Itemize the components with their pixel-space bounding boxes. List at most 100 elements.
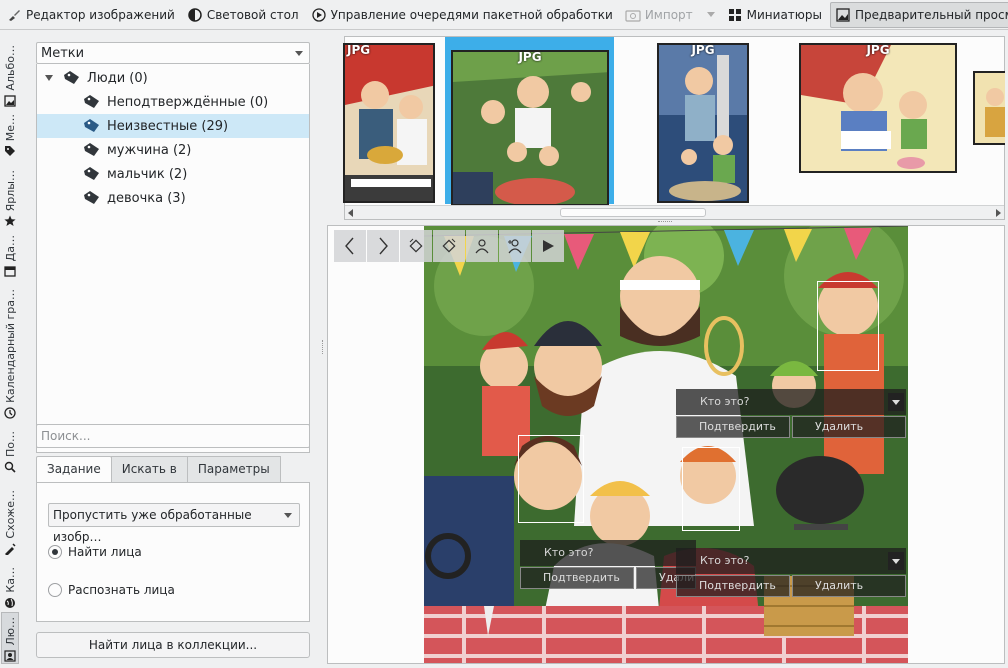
sidebar-tab-label: Схоже… <box>3 490 17 539</box>
radio-label: Распознать лица <box>68 583 175 597</box>
tab-task[interactable]: Задание <box>36 456 112 483</box>
tree-item-label: мальчик (2) <box>107 166 188 182</box>
tab-parameters[interactable]: Параметры <box>186 456 281 482</box>
chevron-down-icon[interactable] <box>706 12 715 17</box>
radio-indicator[interactable] <box>48 545 62 559</box>
face-tag-panel: Кто это? Подтвердить Удали <box>520 540 696 592</box>
scroll-right-arrow-icon[interactable] <box>996 209 1001 217</box>
confirm-face-button[interactable]: Подтвердить <box>520 567 634 589</box>
sidebar-tab-tags[interactable]: Ме… <box>1 110 19 158</box>
tree-item-girl[interactable]: девочка (3) <box>37 186 309 210</box>
show-faces-button[interactable] <box>466 230 498 262</box>
face-region[interactable] <box>518 435 584 523</box>
confirm-face-label: Подтвердить <box>699 420 776 433</box>
tree-item-label: девочка (3) <box>107 190 186 206</box>
sidebar-tab-dates[interactable]: Да… <box>1 230 19 278</box>
tag-icon <box>84 191 99 204</box>
face-name-input[interactable]: Кто это? <box>676 389 906 415</box>
sidebar-tab-similarity[interactable]: Схоже… <box>1 478 19 556</box>
remove-face-button[interactable]: Удалить <box>792 575 906 597</box>
thumbnails-button[interactable]: Миниатюры <box>723 2 828 28</box>
tree-item-boy[interactable]: мальчик (2) <box>37 162 309 186</box>
face-region[interactable] <box>817 281 879 371</box>
confirm-face-label: Подтвердить <box>699 579 776 592</box>
chevron-down-icon[interactable] <box>888 393 904 411</box>
expand-arrow-icon[interactable] <box>45 75 53 81</box>
tag-icon <box>84 167 99 180</box>
slideshow-button[interactable] <box>532 230 564 262</box>
thumbnail-image <box>659 45 747 201</box>
batch-queue-label: Управление очередями пакетной обработки <box>330 7 613 22</box>
tree-item-unconfirmed[interactable]: Неподтверждённые (0) <box>37 90 309 114</box>
face-region[interactable] <box>682 447 740 531</box>
face-name-input[interactable]: Кто это? <box>520 540 696 566</box>
rotate-right-button[interactable] <box>433 230 465 262</box>
face-name-placeholder: Кто это? <box>544 546 594 559</box>
scrollbar-handle[interactable] <box>560 208 706 217</box>
confirm-face-button[interactable]: Подтвердить <box>676 575 790 597</box>
thumbnail-scrollbar[interactable] <box>345 205 1004 219</box>
remove-face-button[interactable]: Удалить <box>792 416 906 438</box>
next-button[interactable] <box>367 230 399 262</box>
face-name-input[interactable]: Кто это? <box>676 548 906 574</box>
sidebar-tab-search[interactable]: По… <box>1 424 19 474</box>
image-preview-icon <box>835 7 851 23</box>
fuzzy-icon <box>3 542 17 556</box>
chevron-down-icon[interactable] <box>888 552 904 570</box>
import-button[interactable]: Импорт <box>621 2 721 28</box>
import-label: Импорт <box>644 7 693 22</box>
splitter-handle[interactable] <box>322 340 325 354</box>
tree-item-people[interactable]: Люди (0) <box>37 66 309 90</box>
album-icon <box>3 94 17 108</box>
side-tab-bar: Альбо… Ме… Ярлы… Да… Календарный гра… По… <box>0 36 20 668</box>
detect-faces-radio[interactable]: Найти лица <box>48 545 142 559</box>
thumbnail-4[interactable]: JPG <box>799 43 957 173</box>
sidebar-tab-people[interactable]: Лю… <box>1 612 19 664</box>
tag-icon <box>84 143 99 156</box>
tag-icon <box>84 95 99 108</box>
scroll-left-arrow-icon[interactable] <box>348 209 353 217</box>
sidebar-tab-labels[interactable]: Ярлы… <box>1 160 19 228</box>
sidebar-tab-albums[interactable]: Альбо… <box>1 38 19 108</box>
thumbnail-1[interactable]: JPG <box>343 43 435 203</box>
sidebar-tab-map[interactable]: Ка… <box>1 560 19 610</box>
tags-view-selector[interactable]: Метки <box>36 42 310 64</box>
batch-queue-button[interactable]: Управление очередями пакетной обработки <box>307 2 619 28</box>
main-toolbar: Редактор изображений Световой стол Управ… <box>0 0 1008 30</box>
recognize-faces-radio[interactable]: Распознать лица <box>48 583 175 597</box>
thumbnail-image <box>453 52 607 204</box>
skip-processed-value: Пропустить уже обработанные изобр… <box>53 508 252 544</box>
sidebar-tab-timeline[interactable]: Календарный гра… <box>1 280 19 420</box>
tree-item-man[interactable]: мужчина (2) <box>37 138 309 162</box>
thumbnail-5[interactable] <box>973 71 1005 145</box>
confirm-face-button[interactable]: Подтвердить <box>676 416 790 438</box>
skip-processed-select[interactable]: Пропустить уже обработанные изобр… <box>48 503 300 544</box>
tree-item-label: Люди (0) <box>87 70 148 86</box>
people-icon <box>3 649 17 663</box>
rotate-left-button[interactable] <box>400 230 432 262</box>
preview-toolbar <box>334 230 565 262</box>
scan-collection-button[interactable]: Найти лица в коллекции... <box>36 632 310 658</box>
tab-search-in[interactable]: Искать в <box>110 456 188 482</box>
light-table-button[interactable]: Световой стол <box>183 2 305 28</box>
add-person-icon <box>508 239 522 254</box>
thumbnail-3[interactable]: JPG <box>657 43 749 203</box>
radio-indicator[interactable] <box>48 583 62 597</box>
person-icon <box>475 239 489 254</box>
tags-search-input[interactable]: Поиск... <box>36 424 310 448</box>
image-editor-button[interactable]: Редактор изображений <box>2 2 181 28</box>
face-name-placeholder: Кто это? <box>700 395 750 408</box>
face-name-placeholder: Кто это? <box>700 554 750 567</box>
tree-item-label: Неподтверждённые (0) <box>107 94 269 110</box>
face-tag-panel: Кто это? Подтвердить Удалить <box>676 389 906 441</box>
tags-tree: Люди (0) Неподтверждённые (0) Неизвестны… <box>36 64 310 453</box>
thumbnail-format-label: JPG <box>518 50 542 64</box>
add-face-button[interactable] <box>499 230 531 262</box>
splitter-handle[interactable] <box>658 221 672 224</box>
batch-queue-icon <box>311 7 327 23</box>
tree-item-unknown[interactable]: Неизвестные (29) <box>37 114 309 138</box>
chevron-right-icon <box>379 237 388 255</box>
preview-button[interactable]: Предварительный просмотр <box>830 1 1008 28</box>
thumbnail-2[interactable]: JPG <box>451 50 609 206</box>
previous-button[interactable] <box>334 230 366 262</box>
